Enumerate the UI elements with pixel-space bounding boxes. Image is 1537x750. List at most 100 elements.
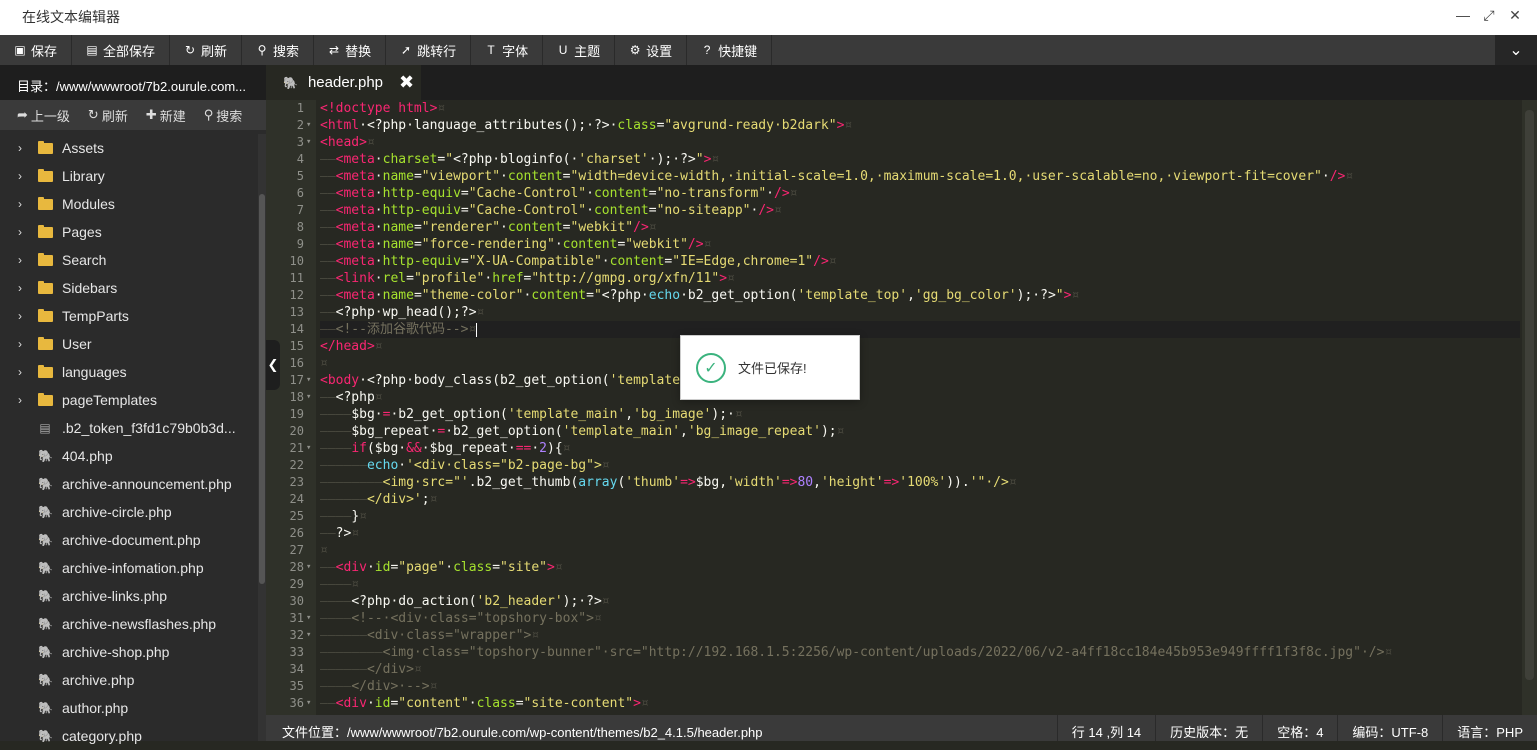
sidebar-scroll-thumb[interactable]	[259, 194, 265, 584]
folder-item[interactable]: › Search	[0, 246, 258, 274]
chevron-right-icon[interactable]: ›	[0, 169, 24, 183]
code-line[interactable]: 13 ——<?php·wp_head();?>¤	[290, 304, 1520, 321]
sidebar-scrollbar[interactable]	[258, 134, 266, 741]
sidebar-tool-2[interactable]: ✚ 新建	[146, 106, 186, 125]
code-line[interactable]: 19 ————$bg·=·b2_get_option('template_main…	[290, 406, 1520, 423]
fold-icon[interactable]: ▾	[306, 627, 311, 644]
code-line[interactable]: 6 ——<meta·http-equiv="Cache-Control"·cont…	[297, 185, 1520, 202]
code-line[interactable]: 20 ————$bg_repeat·=·b2_get_option('templa…	[290, 423, 1520, 440]
folder-item[interactable]: › pageTemplates	[0, 386, 258, 414]
maximize-icon[interactable]: ⤢	[1481, 6, 1497, 24]
encoding-setting[interactable]: 编码：UTF-8	[1337, 715, 1442, 741]
fold-icon[interactable]: ▾	[306, 695, 311, 712]
chevron-down-icon[interactable]: ⌄	[1495, 35, 1537, 65]
code-line[interactable]: 3 ▾ <head>¤	[297, 134, 1520, 151]
chevron-right-icon[interactable]: ›	[0, 337, 24, 351]
sidebar-tool-0[interactable]: ➦ 上一级	[17, 106, 70, 125]
code-line[interactable]: 2 ▾ <html·<?php·language_attributes();·?>·…	[297, 117, 1520, 134]
code-line[interactable]: 11 ——<link·rel="profile"·href="http://gmp…	[290, 270, 1520, 287]
code-line[interactable]: 33 ————————<img·class="topshory-bunner"·s…	[290, 644, 1520, 661]
file-item[interactable]: 🐘 archive-infomation.php	[0, 554, 258, 582]
file-item[interactable]: 🐘 archive-links.php	[0, 582, 258, 610]
folder-item[interactable]: › Modules	[0, 190, 258, 218]
toolbar-button-2[interactable]: ↻ 刷新	[170, 35, 243, 65]
file-item[interactable]: 🐘 archive-circle.php	[0, 498, 258, 526]
folder-item[interactable]: › User	[0, 330, 258, 358]
code-line[interactable]: 26 ——?>¤	[290, 525, 1520, 542]
code-line[interactable]: 32 ▾ ——————<div·class="wrapper">¤	[290, 627, 1520, 644]
code-line[interactable]: 18 ▾ ——<?php¤	[290, 389, 1520, 406]
folder-item[interactable]: › Library	[0, 162, 258, 190]
editor-scroll-thumb[interactable]	[1525, 110, 1534, 680]
code-line[interactable]: 15 </head>¤	[290, 338, 1520, 355]
code-area[interactable]: 1 <!doctype html>¤ 2 ▾ <html·<?php·language_…	[290, 100, 1520, 712]
code-line[interactable]: 17 ▾ <body·<?php·body_class(b2_get_option(…	[290, 372, 1520, 389]
file-item[interactable]: 🐘 404.php	[0, 442, 258, 470]
chevron-right-icon[interactable]: ›	[0, 197, 24, 211]
chevron-right-icon[interactable]: ›	[0, 393, 24, 407]
chevron-right-icon[interactable]: ›	[0, 225, 24, 239]
chevron-right-icon[interactable]: ›	[0, 309, 24, 323]
toolbar-button-4[interactable]: ⇄ 替换	[314, 35, 387, 65]
file-item[interactable]: 🐘 archive.php	[0, 666, 258, 694]
code-line[interactable]: 24 ——————</div>';¤	[290, 491, 1520, 508]
code-line[interactable]: 35 ————</div>·-->¤	[290, 678, 1520, 695]
code-line[interactable]: 21 ▾ ————if($bg·&&·$bg_repeat·==·2){¤	[290, 440, 1520, 457]
toolbar-button-8[interactable]: ⚙ 设置	[615, 35, 688, 65]
close-icon[interactable]: ✕	[1507, 6, 1523, 24]
file-item[interactable]: 🐘 category.php	[0, 722, 258, 750]
toolbar-button-7[interactable]: U 主题	[543, 35, 616, 65]
fold-icon[interactable]: ▾	[306, 559, 311, 576]
file-item[interactable]: 🐘 archive-newsflashes.php	[0, 610, 258, 638]
chevron-right-icon[interactable]: ›	[0, 253, 24, 267]
code-line[interactable]: 25 ————}¤	[290, 508, 1520, 525]
indent-setting[interactable]: 空格：4	[1262, 715, 1337, 741]
code-line[interactable]: 10 ——<meta·http-equiv="X-UA-Compatible"·c…	[290, 253, 1520, 270]
editor-scrollbar[interactable]	[1522, 100, 1537, 715]
code-line[interactable]: 14 ——<!--添加谷歌代码-->¤	[290, 321, 1520, 338]
code-editor[interactable]: 1 <!doctype html>¤ 2 ▾ <html·<?php·language_…	[266, 100, 1537, 715]
code-line[interactable]: 16 ¤	[290, 355, 1520, 372]
toolbar-button-0[interactable]: ▣ 保存	[0, 35, 73, 65]
tab-header-php[interactable]: 🐘 header.php ✖	[266, 65, 421, 100]
toolbar-button-5[interactable]: ➚ 跳转行	[386, 35, 472, 65]
chevron-right-icon[interactable]: ›	[0, 281, 24, 295]
code-line[interactable]: 31 ▾ ————<!--·<div·class="topshory-box">¤	[290, 610, 1520, 627]
toolbar-button-9[interactable]: ? 快捷键	[687, 35, 773, 65]
fold-icon[interactable]: ▾	[306, 372, 311, 389]
code-line[interactable]: 7 ——<meta·http-equiv="Cache-Control"·cont…	[297, 202, 1520, 219]
code-line[interactable]: 28 ▾ ——<div·id="page"·class="site">¤	[290, 559, 1520, 576]
folder-item[interactable]: › Assets	[0, 134, 258, 162]
code-line[interactable]: 1 <!doctype html>¤	[297, 100, 1520, 117]
history-version[interactable]: 历史版本：无	[1155, 715, 1262, 741]
file-item[interactable]: ▤ .b2_token_f3fd1c79b0b3d...	[0, 414, 258, 442]
folder-item[interactable]: › languages	[0, 358, 258, 386]
code-line[interactable]: 29 ————¤	[290, 576, 1520, 593]
chevron-right-icon[interactable]: ›	[0, 141, 24, 155]
file-item[interactable]: 🐘 archive-document.php	[0, 526, 258, 554]
code-line[interactable]: 4 ——<meta·charset="<?php·bloginfo(·'chars…	[297, 151, 1520, 168]
toolbar-button-3[interactable]: ⚲ 搜索	[242, 35, 315, 65]
code-line[interactable]: 27 ¤	[290, 542, 1520, 559]
minimize-icon[interactable]: —	[1455, 6, 1471, 24]
toolbar-button-6[interactable]: T 字体	[471, 35, 544, 65]
code-line[interactable]: 8 ——<meta·name="renderer"·content="webkit…	[297, 219, 1520, 236]
code-line[interactable]: 5 ——<meta·name="viewport"·content="width=…	[297, 168, 1520, 185]
code-line[interactable]: 22 ——————echo·'<div·class="b2-page-bg">¤	[290, 457, 1520, 474]
fold-icon[interactable]: ▾	[306, 610, 311, 627]
code-line[interactable]: 9 ——<meta·name="force-rendering"·content=…	[297, 236, 1520, 253]
code-line[interactable]: 12 ——<meta·name="theme-color"·content="<?…	[290, 287, 1520, 304]
file-item[interactable]: 🐘 archive-shop.php	[0, 638, 258, 666]
code-line[interactable]: 34 ——————</div>¤	[290, 661, 1520, 678]
toolbar-button-1[interactable]: ▤ 全部保存	[72, 35, 171, 65]
file-item[interactable]: 🐘 archive-announcement.php	[0, 470, 258, 498]
language-setting[interactable]: 语言：PHP	[1442, 715, 1537, 741]
file-item[interactable]: 🐘 author.php	[0, 694, 258, 722]
fold-icon[interactable]: ▾	[306, 134, 311, 151]
sidebar-collapse-icon[interactable]: ❮	[266, 340, 280, 390]
folder-item[interactable]: › Pages	[0, 218, 258, 246]
sidebar-tool-3[interactable]: ⚲ 搜索	[204, 106, 243, 125]
fold-icon[interactable]: ▾	[306, 440, 311, 457]
fold-icon[interactable]: ▾	[306, 389, 311, 406]
fold-icon[interactable]: ▾	[306, 117, 311, 134]
